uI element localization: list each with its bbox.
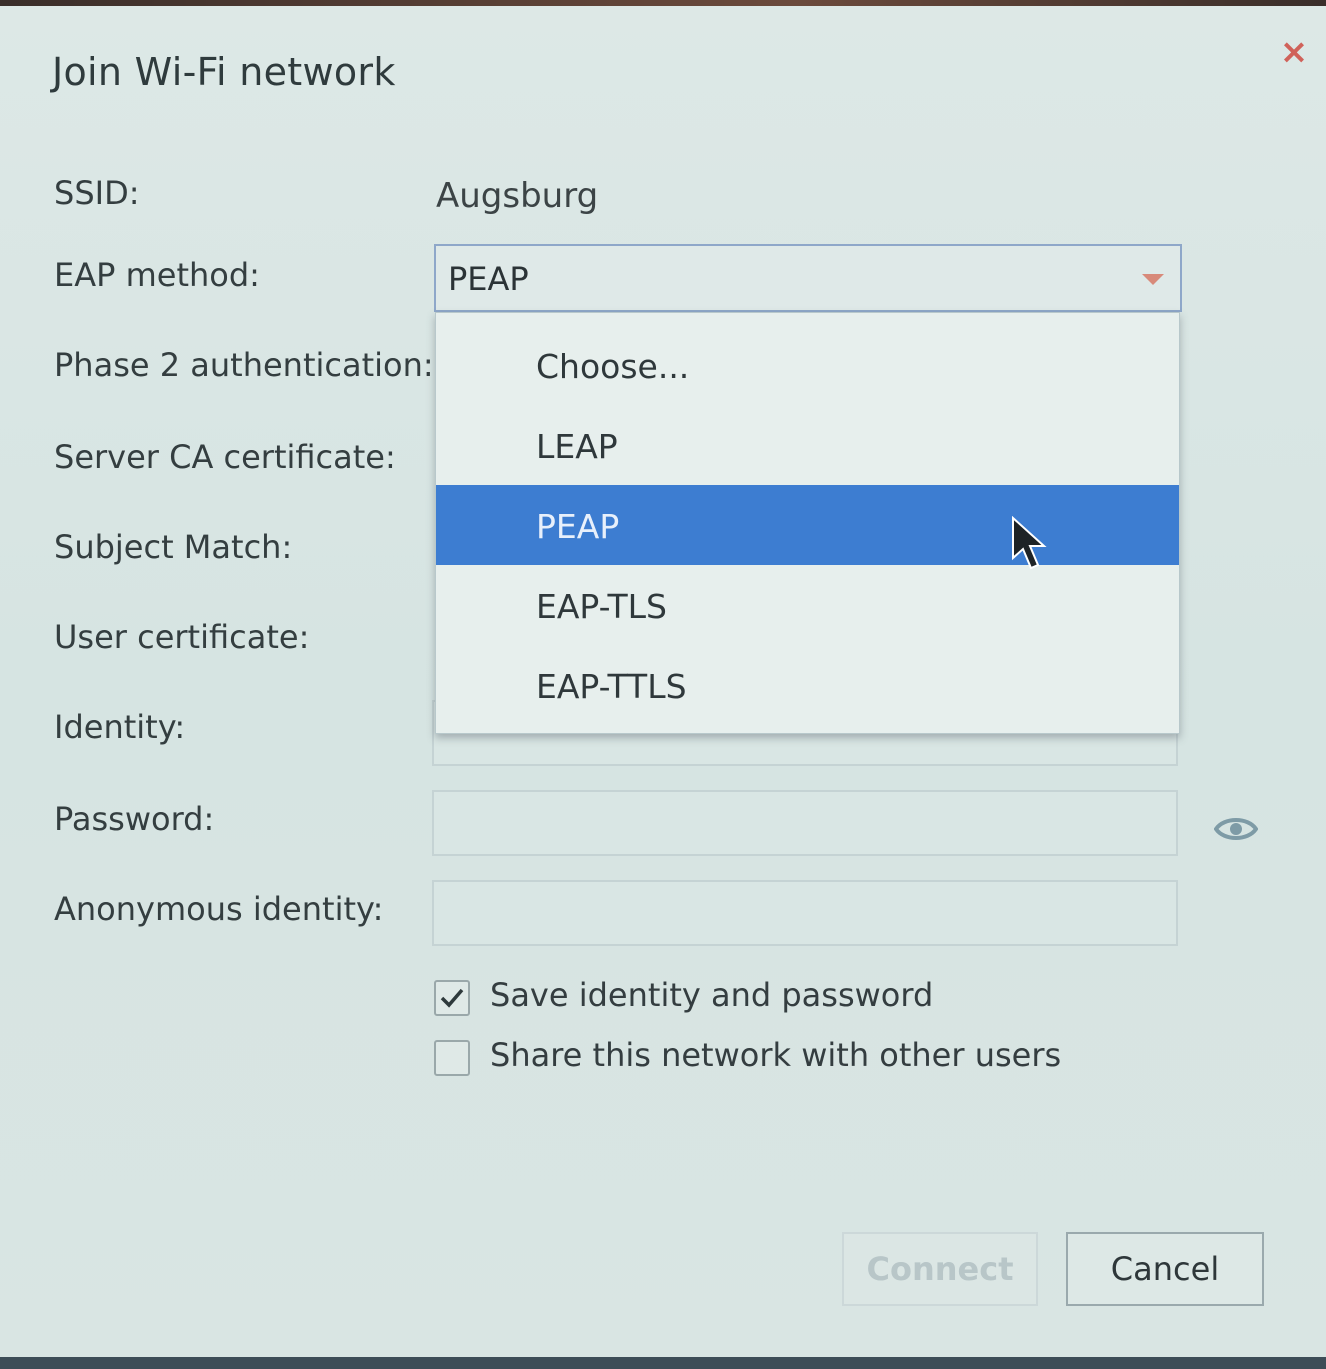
anonymous-identity-label: Anonymous identity: xyxy=(54,890,384,928)
option-label: Choose... xyxy=(536,347,690,386)
save-identity-label: Save identity and password xyxy=(490,976,934,1014)
password-label: Password: xyxy=(54,800,215,838)
option-eap-tls[interactable]: EAP-TLS xyxy=(436,565,1179,645)
option-leap[interactable]: LEAP xyxy=(436,405,1179,485)
join-wifi-dialog: Join Wi-Fi network × SSID: Augsburg EAP … xyxy=(0,6,1326,1357)
option-label: LEAP xyxy=(536,427,618,466)
option-eap-ttls[interactable]: EAP-TTLS xyxy=(436,645,1179,725)
share-network-checkbox[interactable] xyxy=(434,1040,470,1076)
option-label: EAP-TLS xyxy=(536,587,667,626)
eap-method-label: EAP method: xyxy=(54,256,260,294)
server-ca-label: Server CA certificate: xyxy=(54,438,396,476)
option-label: EAP-TTLS xyxy=(536,667,687,706)
anonymous-identity-field[interactable] xyxy=(432,880,1178,946)
eap-method-dropdown: Choose... LEAP PEAP EAP-TLS EAP-TTLS xyxy=(435,312,1180,734)
eap-method-value: PEAP xyxy=(448,260,529,298)
eye-icon[interactable] xyxy=(1214,812,1258,846)
phase2-label: Phase 2 authentication: xyxy=(54,346,434,384)
ssid-value: Augsburg xyxy=(436,176,599,216)
ssid-label: SSID: xyxy=(54,174,140,212)
eap-method-select[interactable]: PEAP xyxy=(434,244,1182,312)
save-identity-checkbox[interactable] xyxy=(434,980,470,1016)
option-peap[interactable]: PEAP xyxy=(436,485,1179,565)
window-bottom-edge xyxy=(0,1357,1326,1369)
password-field[interactable] xyxy=(432,790,1178,856)
checkmark-icon xyxy=(440,988,464,1008)
user-certificate-label: User certificate: xyxy=(54,618,310,656)
close-icon[interactable]: × xyxy=(1276,34,1312,70)
connect-button[interactable]: Connect xyxy=(842,1232,1038,1306)
mouse-pointer-icon xyxy=(1012,516,1047,570)
chevron-down-icon xyxy=(1142,274,1164,285)
share-network-label: Share this network with other users xyxy=(490,1036,1062,1074)
cancel-button[interactable]: Cancel xyxy=(1066,1232,1264,1306)
identity-label: Identity: xyxy=(54,708,186,746)
option-label: PEAP xyxy=(536,507,620,546)
option-choose[interactable]: Choose... xyxy=(436,325,1179,405)
subject-match-label: Subject Match: xyxy=(54,528,293,566)
dialog-title: Join Wi-Fi network xyxy=(52,50,396,94)
